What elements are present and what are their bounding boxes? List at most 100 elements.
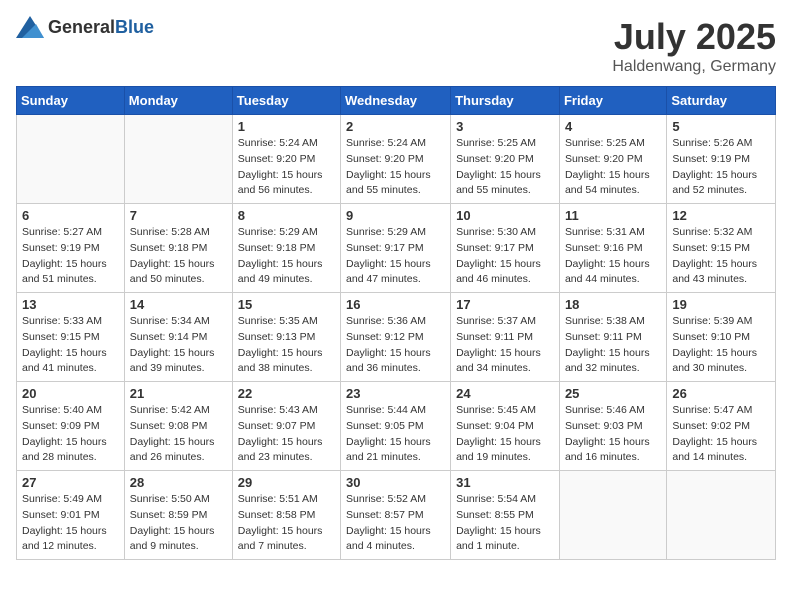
day-info: Sunrise: 5:42 AMSunset: 9:08 PMDaylight:… — [130, 403, 227, 466]
table-row: 14Sunrise: 5:34 AMSunset: 9:14 PMDayligh… — [124, 293, 232, 382]
day-number: 14 — [130, 297, 227, 312]
day-number: 8 — [238, 208, 335, 223]
title-block: July 2025 Haldenwang, Germany — [612, 16, 776, 76]
table-row: 20 Sunrise: 5:40 AMSunset: 9:09 PMDayligh… — [17, 382, 125, 471]
day-info: Sunrise: 5:31 AMSunset: 9:16 PMDaylight:… — [565, 225, 661, 288]
table-row — [124, 115, 232, 204]
day-number: 11 — [565, 208, 661, 223]
day-info: Sunrise: 5:54 AMSunset: 8:55 PMDaylight:… — [456, 492, 554, 555]
table-row: 5 Sunrise: 5:26 AMSunset: 9:19 PMDaylight… — [667, 115, 776, 204]
col-saturday: Saturday — [667, 87, 776, 115]
day-info: Sunrise: 5:36 AMSunset: 9:12 PMDaylight:… — [346, 314, 445, 377]
day-number: 10 — [456, 208, 554, 223]
day-number: 5 — [672, 119, 770, 134]
day-number: 18 — [565, 297, 661, 312]
day-number: 17 — [456, 297, 554, 312]
table-row: 18 Sunrise: 5:38 AMSunset: 9:11 PMDayligh… — [559, 293, 666, 382]
day-number: 9 — [346, 208, 445, 223]
day-info: Sunrise: 5:28 AMSunset: 9:18 PMDaylight:… — [130, 225, 227, 288]
calendar-week-row: 20 Sunrise: 5:40 AMSunset: 9:09 PMDayligh… — [17, 382, 776, 471]
table-row: 7 Sunrise: 5:28 AMSunset: 9:18 PMDaylight… — [124, 204, 232, 293]
day-number: 29 — [238, 475, 335, 490]
table-row: 30 Sunrise: 5:52 AMSunset: 8:57 PMDayligh… — [341, 471, 451, 560]
table-row: 1 Sunrise: 5:24 AMSunset: 9:20 PMDaylight… — [232, 115, 340, 204]
day-info: Sunrise: 5:26 AMSunset: 9:19 PMDaylight:… — [672, 136, 770, 199]
day-number: 30 — [346, 475, 445, 490]
col-thursday: Thursday — [451, 87, 560, 115]
day-number: 21 — [130, 386, 227, 401]
calendar-week-row: 27 Sunrise: 5:49 AMSunset: 9:01 PMDayligh… — [17, 471, 776, 560]
table-row: 17Sunrise: 5:37 AMSunset: 9:11 PMDayligh… — [451, 293, 560, 382]
table-row: 8 Sunrise: 5:29 AMSunset: 9:18 PMDaylight… — [232, 204, 340, 293]
day-number: 31 — [456, 475, 554, 490]
day-number: 6 — [22, 208, 119, 223]
col-monday: Monday — [124, 87, 232, 115]
table-row: 24 Sunrise: 5:45 AMSunset: 9:04 PMDayligh… — [451, 382, 560, 471]
table-row: 12Sunrise: 5:32 AMSunset: 9:15 PMDayligh… — [667, 204, 776, 293]
day-number: 16 — [346, 297, 445, 312]
day-info: Sunrise: 5:47 AMSunset: 9:02 PMDaylight:… — [672, 403, 770, 466]
table-row: 19 Sunrise: 5:39 AMSunset: 9:10 PMDayligh… — [667, 293, 776, 382]
day-number: 24 — [456, 386, 554, 401]
table-row: 22 Sunrise: 5:43 AMSunset: 9:07 PMDayligh… — [232, 382, 340, 471]
day-number: 13 — [22, 297, 119, 312]
table-row: 27 Sunrise: 5:49 AMSunset: 9:01 PMDayligh… — [17, 471, 125, 560]
day-info: Sunrise: 5:29 AMSunset: 9:17 PMDaylight:… — [346, 225, 445, 288]
col-friday: Friday — [559, 87, 666, 115]
col-wednesday: Wednesday — [341, 87, 451, 115]
calendar-week-row: 1 Sunrise: 5:24 AMSunset: 9:20 PMDaylight… — [17, 115, 776, 204]
day-info: Sunrise: 5:24 AMSunset: 9:20 PMDaylight:… — [346, 136, 445, 199]
day-number: 7 — [130, 208, 227, 223]
day-info: Sunrise: 5:33 AMSunset: 9:15 PMDaylight:… — [22, 314, 119, 377]
day-number: 3 — [456, 119, 554, 134]
day-info: Sunrise: 5:35 AMSunset: 9:13 PMDaylight:… — [238, 314, 335, 377]
location-title: Haldenwang, Germany — [612, 58, 776, 76]
month-title: July 2025 — [612, 16, 776, 58]
day-info: Sunrise: 5:40 AMSunset: 9:09 PMDaylight:… — [22, 403, 119, 466]
table-row: 28 Sunrise: 5:50 AMSunset: 8:59 PMDayligh… — [124, 471, 232, 560]
day-number: 4 — [565, 119, 661, 134]
table-row: 4 Sunrise: 5:25 AMSunset: 9:20 PMDaylight… — [559, 115, 666, 204]
day-info: Sunrise: 5:52 AMSunset: 8:57 PMDaylight:… — [346, 492, 445, 555]
day-info: Sunrise: 5:51 AMSunset: 8:58 PMDaylight:… — [238, 492, 335, 555]
logo: GeneralBlue — [16, 16, 154, 38]
table-row — [559, 471, 666, 560]
calendar-week-row: 6Sunrise: 5:27 AMSunset: 9:19 PMDaylight… — [17, 204, 776, 293]
page-header: GeneralBlue July 2025 Haldenwang, German… — [16, 16, 776, 76]
day-number: 20 — [22, 386, 119, 401]
table-row — [17, 115, 125, 204]
day-number: 26 — [672, 386, 770, 401]
day-info: Sunrise: 5:50 AMSunset: 8:59 PMDaylight:… — [130, 492, 227, 555]
logo-blue-text: Blue — [115, 17, 154, 37]
day-info: Sunrise: 5:38 AMSunset: 9:11 PMDaylight:… — [565, 314, 661, 377]
day-info: Sunrise: 5:24 AMSunset: 9:20 PMDaylight:… — [238, 136, 335, 199]
table-row: 15 Sunrise: 5:35 AMSunset: 9:13 PMDayligh… — [232, 293, 340, 382]
day-info: Sunrise: 5:29 AMSunset: 9:18 PMDaylight:… — [238, 225, 335, 288]
table-row: 9 Sunrise: 5:29 AMSunset: 9:17 PMDaylight… — [341, 204, 451, 293]
calendar-week-row: 13 Sunrise: 5:33 AMSunset: 9:15 PMDayligh… — [17, 293, 776, 382]
day-info: Sunrise: 5:39 AMSunset: 9:10 PMDaylight:… — [672, 314, 770, 377]
calendar-header-row: Sunday Monday Tuesday Wednesday Thursday… — [17, 87, 776, 115]
day-number: 15 — [238, 297, 335, 312]
day-info: Sunrise: 5:30 AMSunset: 9:17 PMDaylight:… — [456, 225, 554, 288]
table-row: 31 Sunrise: 5:54 AMSunset: 8:55 PMDayligh… — [451, 471, 560, 560]
day-info: Sunrise: 5:43 AMSunset: 9:07 PMDaylight:… — [238, 403, 335, 466]
day-number: 28 — [130, 475, 227, 490]
table-row — [667, 471, 776, 560]
table-row: 26 Sunrise: 5:47 AMSunset: 9:02 PMDayligh… — [667, 382, 776, 471]
day-number: 27 — [22, 475, 119, 490]
day-number: 12 — [672, 208, 770, 223]
table-row: 23Sunrise: 5:44 AMSunset: 9:05 PMDayligh… — [341, 382, 451, 471]
table-row: 25Sunrise: 5:46 AMSunset: 9:03 PMDayligh… — [559, 382, 666, 471]
table-row: 29 Sunrise: 5:51 AMSunset: 8:58 PMDayligh… — [232, 471, 340, 560]
day-info: Sunrise: 5:49 AMSunset: 9:01 PMDaylight:… — [22, 492, 119, 555]
day-number: 19 — [672, 297, 770, 312]
day-info: Sunrise: 5:45 AMSunset: 9:04 PMDaylight:… — [456, 403, 554, 466]
day-number: 1 — [238, 119, 335, 134]
table-row: 6Sunrise: 5:27 AMSunset: 9:19 PMDaylight… — [17, 204, 125, 293]
day-number: 22 — [238, 386, 335, 401]
day-info: Sunrise: 5:25 AMSunset: 9:20 PMDaylight:… — [456, 136, 554, 199]
day-info: Sunrise: 5:25 AMSunset: 9:20 PMDaylight:… — [565, 136, 661, 199]
day-number: 25 — [565, 386, 661, 401]
logo-icon — [16, 16, 44, 38]
